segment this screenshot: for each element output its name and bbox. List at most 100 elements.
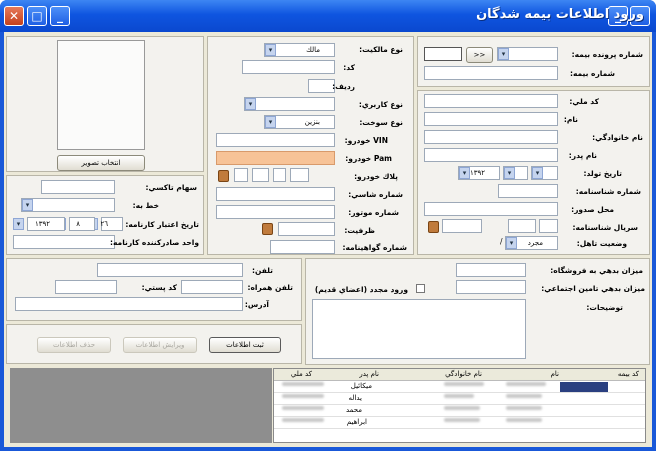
mobile-input[interactable] <box>181 280 243 294</box>
blurred-cell <box>506 394 542 398</box>
grid-empty-area <box>10 368 272 443</box>
notes-label: توضيحات: <box>586 303 623 312</box>
col-insurance-code[interactable]: كد بيمه <box>618 370 639 378</box>
chevron-down-icon[interactable]: ▾ <box>506 237 517 249</box>
plate-part-3[interactable] <box>273 168 286 182</box>
issue-place-input[interactable] <box>424 202 558 216</box>
col-father[interactable]: نام پدر <box>359 370 379 378</box>
father-name-input[interactable] <box>424 148 558 162</box>
window: _ ✕ □ _ ورود اطلاعات بيمه شدگان انتخاب ت… <box>0 0 656 451</box>
store-debt-label: ميزان بدهي به فروشگاه: <box>550 266 643 275</box>
notes-textarea[interactable] <box>312 299 526 359</box>
insured-grid[interactable]: كد بيمه نام نام خانوادگي نام پدر كد ملي … <box>273 368 646 443</box>
card-day-select[interactable]: ٢٦ <box>100 217 123 231</box>
plate-label: پلاك خودرو: <box>354 172 398 181</box>
blurred-cell <box>506 382 546 386</box>
plate-part-4[interactable] <box>290 168 309 182</box>
plate-part-1[interactable] <box>234 168 248 182</box>
postal-input[interactable] <box>55 280 117 294</box>
table-row[interactable]: يداله <box>274 393 645 405</box>
issuer-label: واحد صادركننده كارنامه: <box>110 238 199 247</box>
chevron-down-icon[interactable]: ▾ <box>13 218 24 230</box>
address-input[interactable] <box>15 297 243 311</box>
issuer-input[interactable] <box>13 235 115 249</box>
edit-button[interactable]: ويرايش اطلاعات <box>123 337 197 353</box>
save-button[interactable]: ثبت اطلاعات <box>209 337 281 353</box>
grid-header: كد بيمه نام نام خانوادگي نام پدر كد ملي <box>274 369 645 381</box>
social-debt-input[interactable] <box>456 280 526 294</box>
father-cell: محمد <box>346 406 362 414</box>
chevron-down-icon[interactable]: ▾ <box>504 167 515 179</box>
code-input[interactable] <box>242 60 335 74</box>
first-name-label: نام: <box>563 115 578 124</box>
national-code-input[interactable] <box>424 94 558 108</box>
chevron-down-icon[interactable]: ▾ <box>265 116 276 128</box>
blurred-cell <box>506 418 542 422</box>
serial-picker-icon[interactable] <box>428 221 439 233</box>
restore-button[interactable]: □ <box>27 6 47 26</box>
line-select[interactable] <box>21 198 115 212</box>
id-no-input[interactable] <box>498 184 558 198</box>
plate-part-2[interactable] <box>252 168 269 182</box>
vin-label: VIN خودرو: <box>344 136 388 145</box>
insurance-no-input[interactable] <box>424 66 558 80</box>
vin-input[interactable] <box>216 133 335 147</box>
id-serial-2[interactable] <box>508 219 536 233</box>
card-month-select[interactable]: ٨ <box>69 217 95 231</box>
phone-input[interactable] <box>97 263 243 277</box>
id-serial-1[interactable] <box>442 219 482 233</box>
cert-input[interactable] <box>270 240 335 254</box>
policy-small-input[interactable] <box>424 47 462 61</box>
policy-panel: ▾ >> شماره پرونده بيمه: شماره بيمه: <box>417 36 650 87</box>
first-name-input[interactable] <box>424 112 558 126</box>
capacity-input[interactable] <box>278 222 335 236</box>
table-row[interactable]: ابراهيم <box>274 417 645 429</box>
engine-input[interactable] <box>216 205 335 219</box>
chevron-down-icon[interactable]: ▾ <box>459 167 470 179</box>
policy-nav-button[interactable]: >> <box>466 47 493 63</box>
col-first-name[interactable]: نام <box>551 370 559 378</box>
plate-picker-icon[interactable] <box>218 170 229 182</box>
national-code-label: كد ملي: <box>569 97 599 106</box>
shares-label: سهام تاكسي: <box>145 183 197 192</box>
returning-checkbox[interactable] <box>416 284 425 293</box>
chassis-input[interactable] <box>216 187 335 201</box>
shares-input[interactable] <box>41 180 115 194</box>
father-label: نام پدر: <box>568 151 597 160</box>
table-row[interactable]: ميكائيل <box>274 381 645 393</box>
marital-label: وضعيت تاهل: <box>576 239 627 248</box>
chevron-down-icon[interactable]: ▾ <box>265 44 276 56</box>
pam-input[interactable] <box>216 151 335 165</box>
capacity-picker-icon[interactable] <box>262 223 273 235</box>
delete-button[interactable]: حذف اطلاعات <box>37 337 111 353</box>
chevron-down-icon[interactable]: ▾ <box>498 48 509 60</box>
photo-box <box>57 40 145 150</box>
address-label: آدرس: <box>244 300 269 309</box>
title-bar: _ ✕ □ _ ورود اطلاعات بيمه شدگان <box>0 0 656 32</box>
father-cell: ابراهيم <box>346 418 367 426</box>
close-button[interactable]: ✕ <box>4 6 24 26</box>
line-label: خط به: <box>132 201 159 210</box>
chevron-down-icon[interactable]: ▾ <box>532 167 543 179</box>
card-date-label: تاريخ اعتبار كارنامه: <box>125 220 199 229</box>
id-no-label: شماره شناسنامه: <box>575 187 641 196</box>
chevron-down-icon[interactable]: ▾ <box>245 98 256 110</box>
id-serial-3[interactable] <box>539 219 558 233</box>
card-year-select[interactable]: ١٣٩٢ <box>27 217 65 231</box>
store-debt-input[interactable] <box>456 263 526 277</box>
row-input[interactable] <box>308 79 335 93</box>
father-cell: يداله <box>348 394 362 402</box>
blurred-cell <box>282 394 324 398</box>
minimize-button-2[interactable]: _ <box>50 6 70 26</box>
last-name-input[interactable] <box>424 130 558 144</box>
col-last-name[interactable]: نام خانوادگي <box>445 370 482 378</box>
col-national-code[interactable]: كد ملي <box>291 370 312 378</box>
table-row[interactable]: محمد <box>274 405 645 417</box>
person-panel: كد ملي: نام: نام خانوادگي: نام پدر: ٢٦ ▾… <box>417 90 650 255</box>
policy-no-label: شماره پرونده بيمه: <box>571 50 643 59</box>
select-photo-button[interactable]: انتخاب تصوير <box>57 155 145 171</box>
usage-select[interactable] <box>244 97 335 111</box>
chevron-down-icon[interactable]: ▾ <box>22 199 33 211</box>
window-title: ورود اطلاعات بيمه شدگان <box>476 7 644 22</box>
blurred-cell <box>282 382 324 386</box>
